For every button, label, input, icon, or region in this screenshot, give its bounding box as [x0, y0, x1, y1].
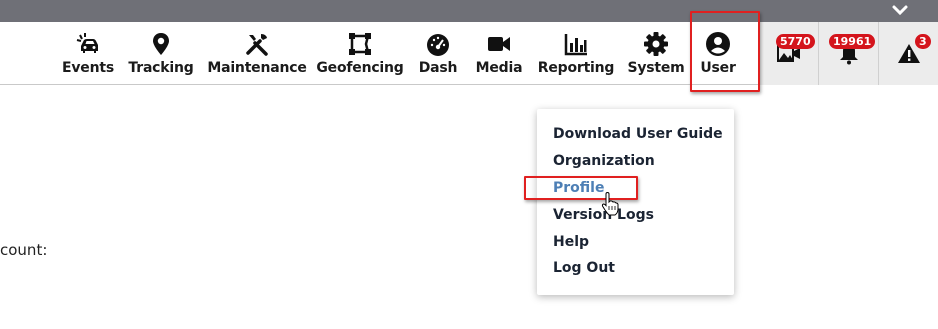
nav-geofencing-label: Geofencing — [316, 60, 404, 76]
warning-count-badge: 3 — [915, 34, 931, 49]
video-camera-icon — [488, 37, 510, 51]
gear-icon — [644, 32, 668, 56]
nav-media[interactable]: Media — [474, 22, 524, 85]
map-pin-icon — [153, 33, 169, 55]
main-navbar: Events Tracking Maintenance Geofencing D… — [0, 22, 938, 85]
nav-geofencing[interactable]: Geofencing — [316, 22, 404, 85]
nav-tracking[interactable]: Tracking — [128, 22, 194, 85]
bar-chart-icon — [564, 34, 587, 56]
nav-system-label: System — [627, 60, 685, 76]
profile-highlight-box — [524, 176, 638, 200]
menu-item-download-user-guide[interactable]: Download User Guide — [553, 126, 723, 142]
media-count-badge: 5770 — [776, 34, 815, 49]
user-dropdown-menu: Download User Guide Organization Profile… — [537, 109, 734, 295]
menu-item-help[interactable]: Help — [553, 234, 589, 250]
account-label-partial: count: — [0, 241, 48, 259]
nav-events[interactable]: Events — [62, 22, 114, 85]
geofence-icon — [349, 33, 371, 55]
nav-system[interactable]: System — [627, 22, 685, 85]
nav-reporting-label: Reporting — [537, 60, 615, 76]
nav-media-label: Media — [475, 60, 523, 76]
nav-events-label: Events — [62, 60, 114, 76]
nav-maintenance-label: Maintenance — [207, 60, 307, 76]
chevron-down-icon[interactable] — [890, 1, 910, 21]
nav-dash[interactable]: Dash — [418, 22, 458, 85]
user-highlight-box — [690, 11, 760, 92]
media-notifications[interactable]: 5770 — [758, 22, 818, 85]
tools-icon — [246, 34, 268, 56]
speedometer-icon — [427, 34, 449, 56]
nav-reporting[interactable]: Reporting — [537, 22, 615, 85]
car-crash-icon — [76, 33, 98, 53]
menu-item-organization[interactable]: Organization — [553, 153, 655, 169]
hand-pointer-cursor-icon — [601, 192, 619, 216]
nav-dash-label: Dash — [418, 60, 458, 76]
top-strip — [0, 0, 938, 22]
warning-notifications[interactable]: 3 — [878, 22, 938, 85]
menu-item-log-out[interactable]: Log Out — [553, 260, 615, 276]
nav-tracking-label: Tracking — [128, 60, 194, 76]
alert-notifications[interactable]: 19961 — [818, 22, 878, 85]
alert-count-badge: 19961 — [829, 34, 876, 49]
nav-maintenance[interactable]: Maintenance — [207, 22, 307, 85]
